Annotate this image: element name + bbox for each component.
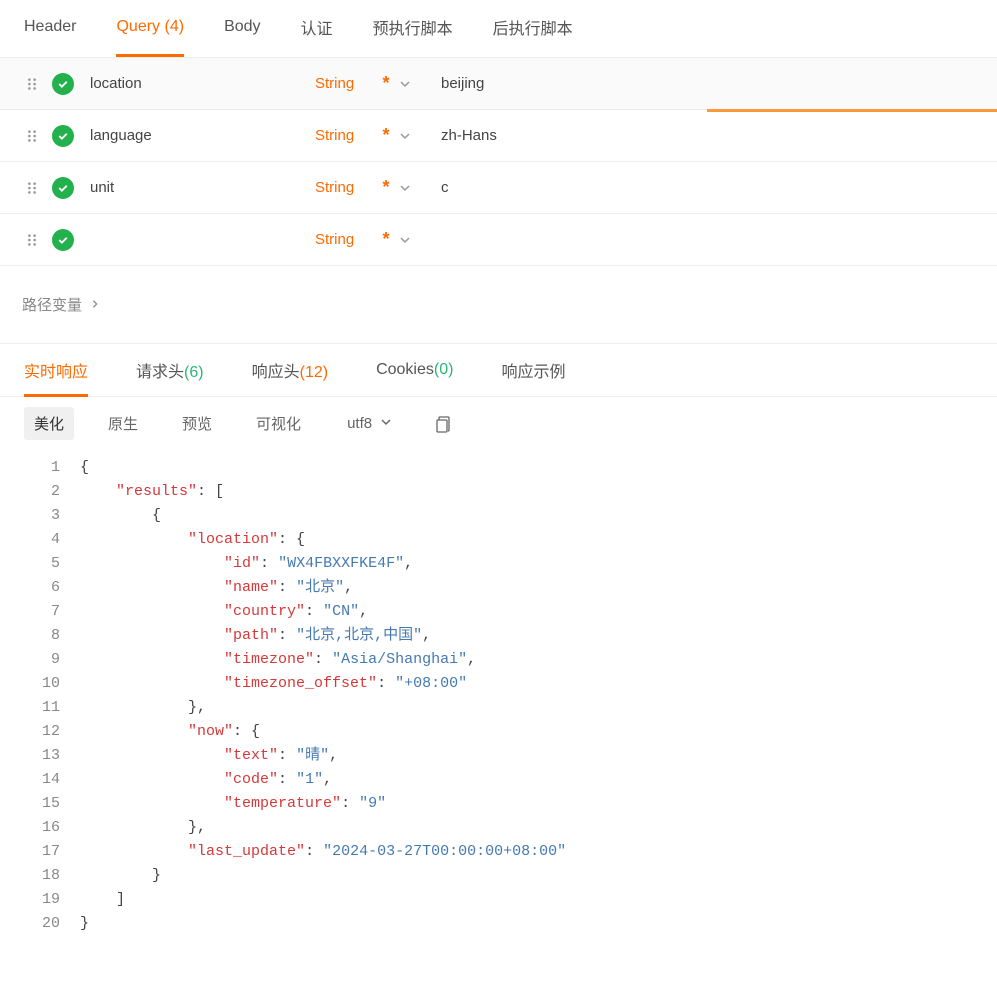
- tab-cookies[interactable]: Cookies(0): [376, 361, 453, 379]
- param-row: String *: [0, 214, 997, 266]
- param-name-input[interactable]: language: [90, 127, 315, 144]
- param-type[interactable]: String: [315, 179, 375, 196]
- tab-header[interactable]: Header: [24, 18, 76, 40]
- enable-toggle[interactable]: [52, 177, 74, 199]
- tab-realtime-response[interactable]: 实时响应: [24, 358, 88, 382]
- required-marker: *: [375, 73, 397, 94]
- param-row: language String * zh-Hans: [0, 110, 997, 162]
- encoding-selector[interactable]: utf8: [347, 415, 392, 432]
- chevron-down-icon[interactable]: [399, 130, 417, 142]
- tab-response-headers[interactable]: 响应头(12): [252, 358, 328, 382]
- param-value-input[interactable]: beijing: [441, 75, 484, 92]
- param-name-input[interactable]: unit: [90, 179, 315, 196]
- drag-handle-icon[interactable]: [20, 228, 44, 252]
- copy-icon[interactable]: [434, 415, 450, 433]
- required-marker: *: [375, 125, 397, 146]
- param-value-input[interactable]: zh-Hans: [441, 127, 497, 144]
- path-variables-label: 路径变量: [22, 294, 82, 315]
- param-type[interactable]: String: [315, 75, 375, 92]
- response-tabs: 实时响应 请求头(6) 响应头(12) Cookies(0) 响应示例: [0, 343, 997, 397]
- encoding-label: utf8: [347, 415, 372, 432]
- tab-response-example[interactable]: 响应示例: [501, 358, 565, 382]
- param-row: location String * beijing: [0, 58, 997, 110]
- chevron-down-icon[interactable]: [399, 234, 417, 246]
- enable-toggle[interactable]: [52, 229, 74, 251]
- tab-post-script[interactable]: 后执行脚本: [493, 15, 573, 43]
- query-params-table: location String * beijing language Strin…: [0, 58, 997, 266]
- tab-pre-script[interactable]: 预执行脚本: [373, 15, 453, 43]
- code-content[interactable]: { "results": [ { "location": { "id": "WX…: [80, 456, 997, 936]
- param-row: unit String * c: [0, 162, 997, 214]
- required-marker: *: [375, 229, 397, 250]
- enable-toggle[interactable]: [52, 125, 74, 147]
- chevron-down-icon[interactable]: [399, 78, 417, 90]
- format-visualize[interactable]: 可视化: [246, 407, 311, 440]
- chevron-down-icon[interactable]: [399, 182, 417, 194]
- param-type[interactable]: String: [315, 127, 375, 144]
- chevron-right-icon: [90, 296, 100, 313]
- path-variables-section[interactable]: 路径变量: [0, 266, 997, 343]
- line-numbers: 1234567891011121314151617181920: [0, 456, 80, 936]
- drag-handle-icon[interactable]: [20, 176, 44, 200]
- param-name-input[interactable]: location: [90, 75, 315, 92]
- tab-request-headers[interactable]: 请求头(6): [136, 358, 204, 382]
- chevron-down-icon: [380, 415, 392, 432]
- format-toolbar: 美化 原生 预览 可视化 utf8: [0, 397, 997, 450]
- tab-query[interactable]: Query (4): [116, 18, 184, 40]
- format-raw[interactable]: 原生: [98, 407, 148, 440]
- tab-body[interactable]: Body: [224, 18, 260, 40]
- format-preview[interactable]: 预览: [172, 407, 222, 440]
- param-value-input[interactable]: c: [441, 179, 449, 196]
- required-marker: *: [375, 177, 397, 198]
- tab-auth[interactable]: 认证: [301, 15, 333, 43]
- response-body-editor[interactable]: 1234567891011121314151617181920 { "resul…: [0, 450, 997, 942]
- enable-toggle[interactable]: [52, 73, 74, 95]
- param-type[interactable]: String: [315, 231, 375, 248]
- drag-handle-icon[interactable]: [20, 124, 44, 148]
- drag-handle-icon[interactable]: [20, 72, 44, 96]
- format-pretty[interactable]: 美化: [24, 407, 74, 440]
- request-tabs: Header Query (4) Body 认证 预执行脚本 后执行脚本: [0, 0, 997, 58]
